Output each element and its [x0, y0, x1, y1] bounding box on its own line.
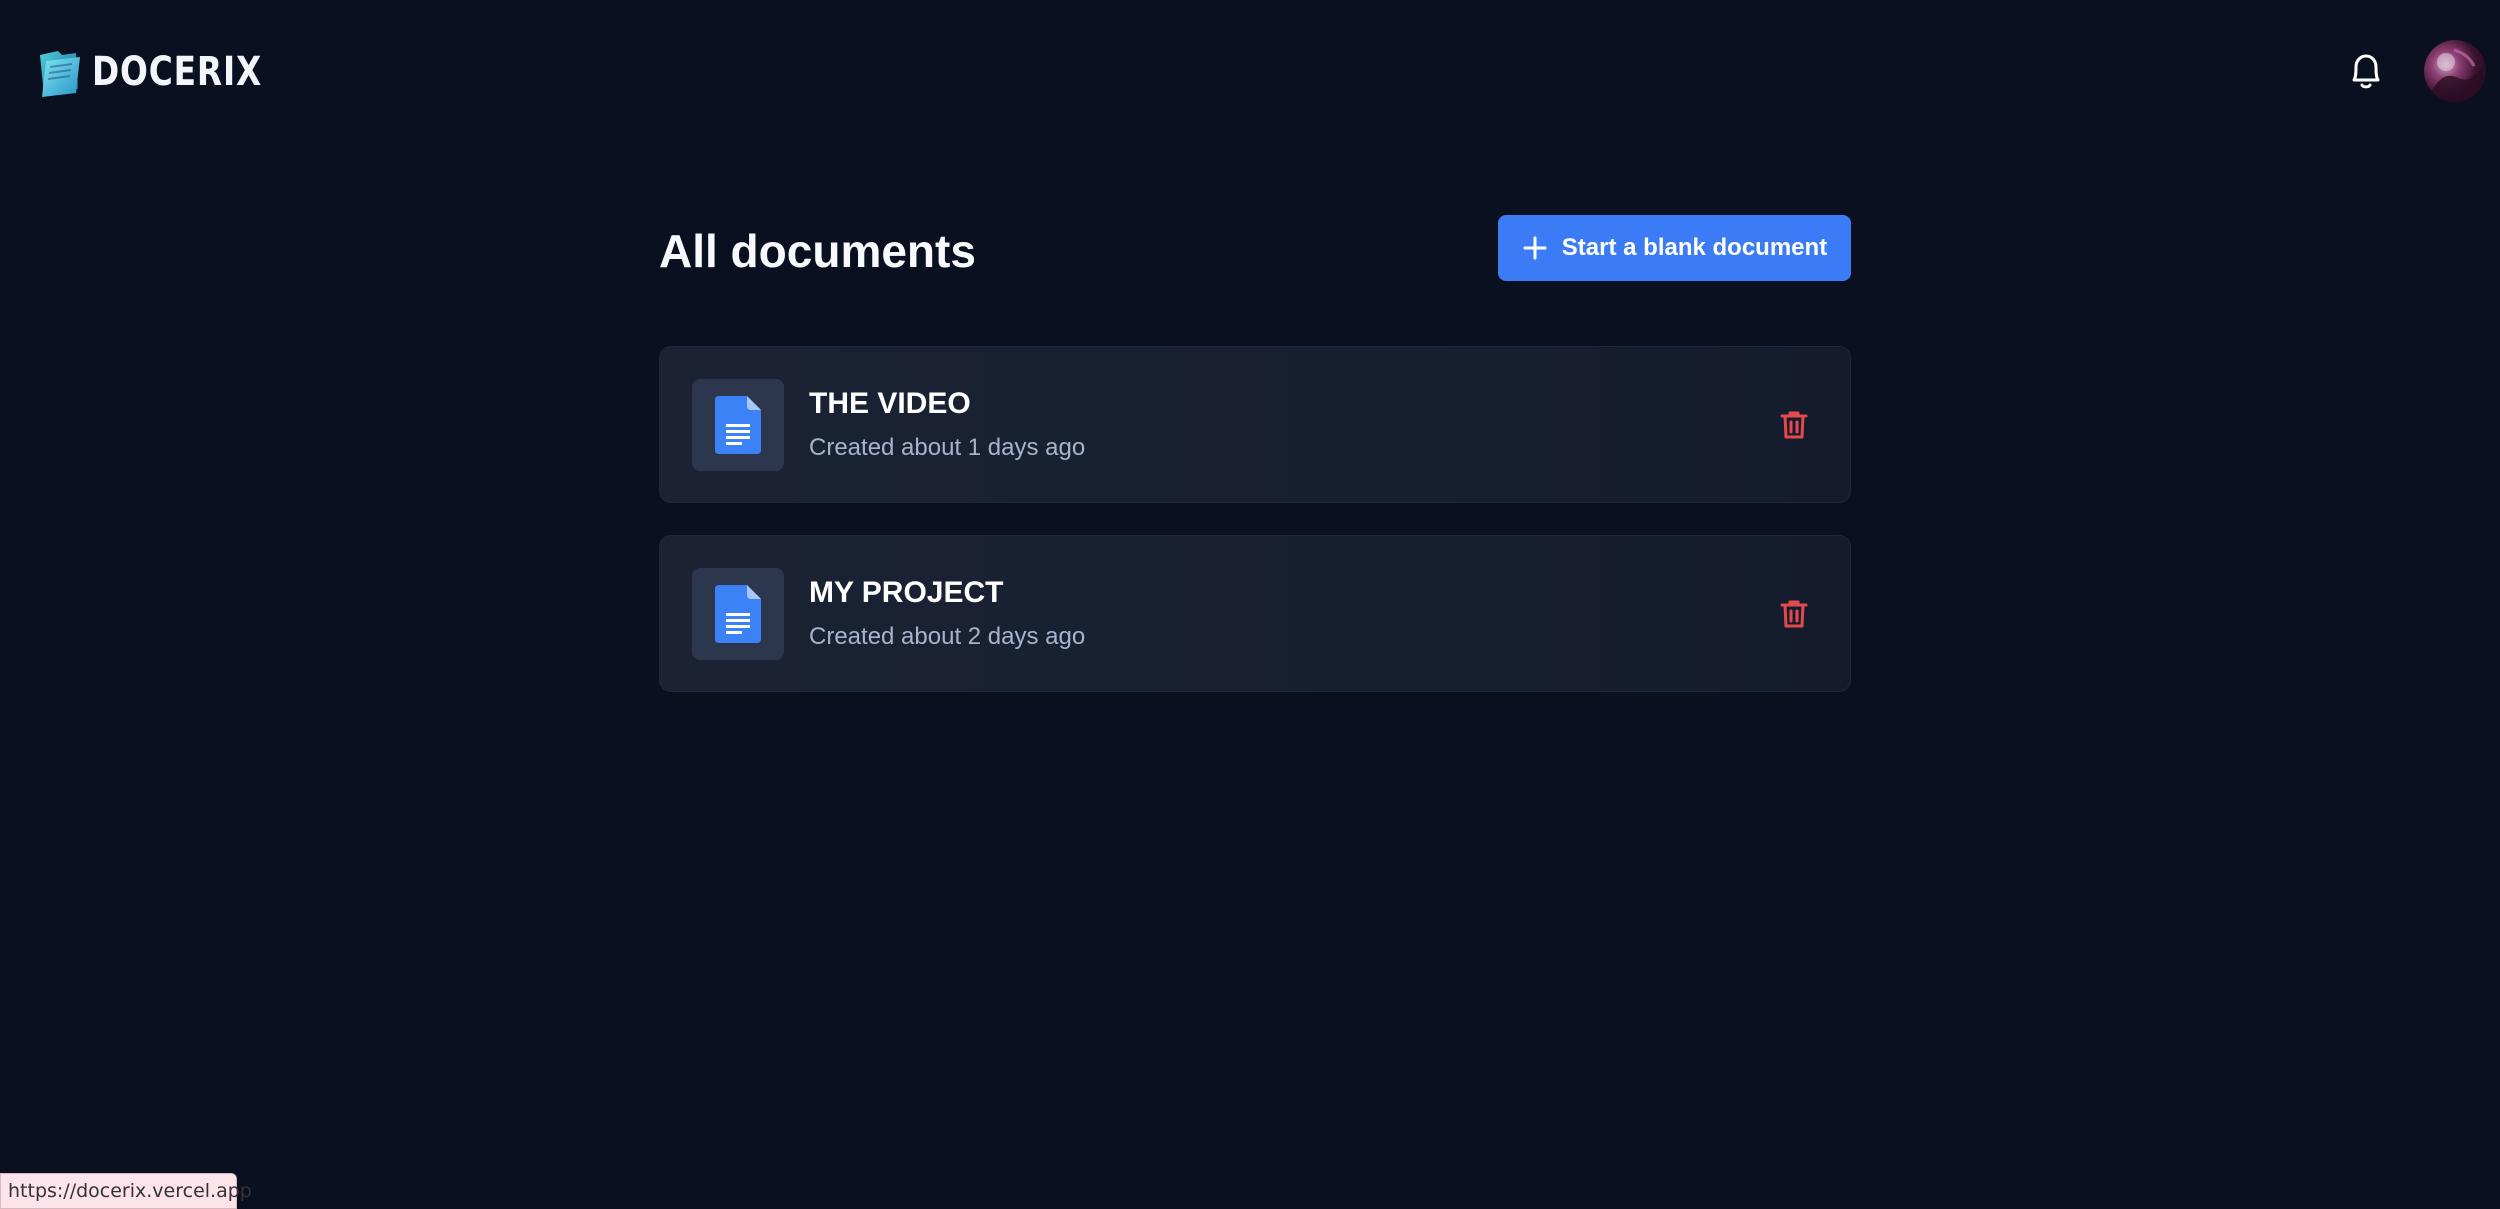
link-preview-status: https://docerix.vercel.app	[0, 1173, 252, 1209]
trash-icon	[1780, 411, 1808, 439]
document-thumbnail	[692, 379, 784, 471]
avatar-image	[2424, 48, 2486, 102]
trash-icon	[1780, 600, 1808, 628]
brand-name: DOCERIX	[92, 49, 263, 95]
document-list: THE VIDEO Created about 1 days ago MY PR…	[659, 346, 1851, 724]
document-title: MY PROJECT	[809, 576, 1004, 609]
document-thumbnail	[692, 568, 784, 660]
document-created-time: Created about 2 days ago	[809, 623, 1086, 650]
top-bar: DOCERIX	[0, 0, 2500, 140]
start-blank-document-label: Start a blank document	[1561, 234, 1828, 261]
document-title: THE VIDEO	[809, 387, 971, 420]
start-blank-document-button[interactable]: Start a blank document	[1498, 215, 1851, 281]
page: DOCERIX All documents Start a blank docu…	[0, 0, 2500, 1209]
document-icon	[715, 585, 761, 643]
document-card[interactable]: MY PROJECT Created about 2 days ago	[659, 535, 1851, 692]
plus-icon	[1523, 236, 1547, 260]
delete-document-button[interactable]	[1776, 407, 1812, 443]
delete-document-button[interactable]	[1776, 596, 1812, 632]
folder-logo-icon	[40, 51, 80, 97]
document-created-time: Created about 1 days ago	[809, 434, 1086, 461]
document-icon	[715, 396, 761, 454]
bell-icon[interactable]	[2346, 50, 2386, 92]
document-card[interactable]: THE VIDEO Created about 1 days ago	[659, 346, 1851, 503]
user-avatar[interactable]	[2424, 40, 2486, 102]
brand-home-link[interactable]: DOCERIX	[36, 44, 299, 100]
page-title: All documents	[659, 225, 976, 277]
